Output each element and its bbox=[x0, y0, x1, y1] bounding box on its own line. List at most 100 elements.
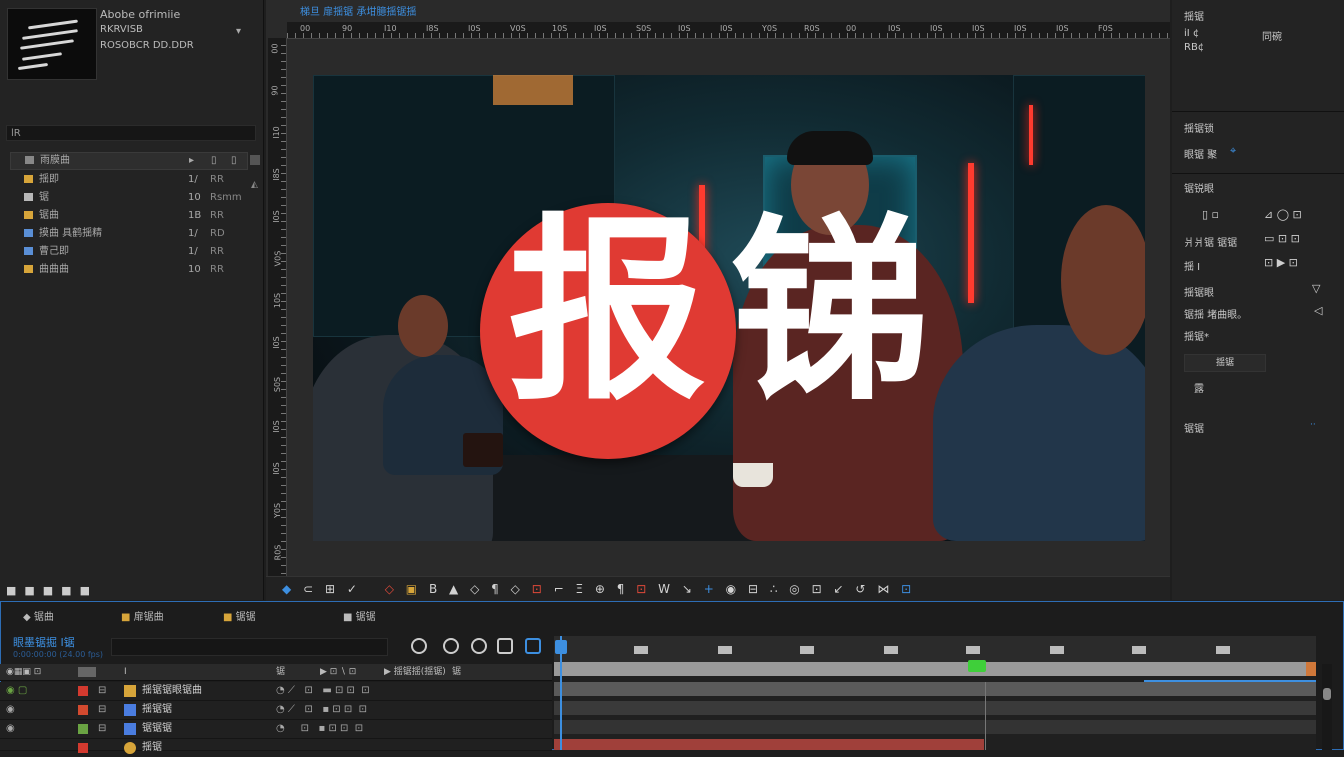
draft-3d-icon[interactable] bbox=[471, 638, 487, 654]
work-area-bar[interactable] bbox=[554, 662, 1316, 676]
viewer-tool-icon[interactable]: ⊡ bbox=[636, 582, 646, 596]
composition-canvas[interactable]: 报 锑 bbox=[313, 75, 1145, 541]
viewer-tool-icon[interactable]: ◇ bbox=[385, 582, 394, 596]
panel-title[interactable]: 揺锯锁 bbox=[1184, 120, 1214, 135]
time-ruler[interactable] bbox=[554, 636, 1316, 663]
viewer-tool-icon[interactable]: ⊕ bbox=[595, 582, 605, 596]
viewer-tool-icon[interactable]: ◉ bbox=[726, 582, 736, 596]
layer-name[interactable]: 揺锯锯 bbox=[142, 701, 172, 719]
frame-blend-icon[interactable] bbox=[525, 638, 541, 654]
effect-icons[interactable]: ⊡ ▶ ⊡ bbox=[1264, 256, 1298, 269]
sort-icon[interactable]: ▸ bbox=[189, 153, 194, 169]
timeline-tab[interactable]: ■ 锯锯 bbox=[223, 608, 256, 623]
project-column-header[interactable]: 雨膜曲 ▸ ▯ ▯ bbox=[10, 152, 248, 170]
viewer-tool-icon[interactable]: + bbox=[704, 582, 714, 596]
viewer-tool-icon[interactable]: ⋈ bbox=[877, 582, 889, 596]
tool-icon[interactable]: ▯ ▫ bbox=[1202, 208, 1219, 221]
switch-icons[interactable]: ◔ ⊡ ▪ ⊡ ⊡ ⊡ bbox=[276, 720, 363, 738]
playhead[interactable] bbox=[555, 636, 567, 750]
table-row[interactable]: 揺锯 bbox=[0, 739, 552, 754]
layer-name[interactable]: 锯锯锯 bbox=[142, 720, 172, 738]
table-row[interactable]: ◉ ⊟ 揺锯锯 ◔ ⟋ ⊡ ▪ ⊡ ⊡ ⊡ bbox=[0, 701, 552, 720]
list-item[interactable]: 摸曲 具鹤揺精 1/RD bbox=[10, 226, 246, 242]
effect-icons[interactable]: ▭ ⊡ ⊡ bbox=[1264, 232, 1300, 245]
table-row[interactable]: ◉ ▢ ⊟ 揺锯锯眼锯曲 ◔ ⟋ ⊡ ▬ ⊡ ⊡ ⊡ bbox=[0, 682, 552, 701]
effect-row[interactable]: 锯揺 堵曲眼。 bbox=[1184, 306, 1247, 321]
column-header[interactable]: ▶ 揺锯揺(揺锯) bbox=[384, 664, 446, 680]
viewer-tool-icon[interactable]: ⊟ bbox=[748, 582, 758, 596]
column-header[interactable]: 锯 bbox=[276, 664, 285, 680]
viewer-tool-icon[interactable]: ⊡ bbox=[812, 582, 822, 596]
dots-icon[interactable]: ·· bbox=[1310, 420, 1316, 430]
viewer-tool-icon[interactable]: ▣ bbox=[406, 582, 417, 596]
visibility-icon[interactable]: ◉ bbox=[6, 701, 15, 719]
label-color[interactable] bbox=[78, 724, 88, 734]
project-search-input[interactable]: lR bbox=[6, 125, 256, 141]
effect-row[interactable]: 揺锯* bbox=[1184, 328, 1209, 343]
viewer-tool-icon[interactable]: ⊡ bbox=[901, 582, 911, 596]
effect-row[interactable]: 揺 I bbox=[1184, 258, 1200, 273]
project-bottom-toolbar[interactable]: ■■■■■ bbox=[6, 584, 98, 597]
viewer-tool-icon[interactable]: ↺ bbox=[855, 582, 865, 596]
column-header[interactable]: 锯 bbox=[452, 664, 461, 680]
motion-blur-icon[interactable] bbox=[443, 638, 459, 654]
list-item[interactable]: 锯 10 Rsmm bbox=[10, 190, 246, 206]
viewer-tool-icon[interactable]: ¶ bbox=[617, 582, 625, 596]
viewer-tool-icon[interactable]: B bbox=[429, 582, 437, 596]
switch-icons[interactable]: ◔ ⟋ ⊡ ▬ ⊡ ⊡ ⊡ bbox=[276, 682, 370, 700]
label-color[interactable] bbox=[78, 686, 88, 696]
list-item[interactable]: 揺即 1/RR bbox=[10, 172, 246, 188]
effect-row[interactable]: 爿爿锯 锯锯 bbox=[1184, 234, 1237, 249]
viewer-tool-icon[interactable]: ▲ bbox=[449, 582, 458, 596]
effect-row[interactable]: 揺锯眼 bbox=[1184, 284, 1214, 299]
viewer-tab-title[interactable]: 梯旦 扉揺锯 承坩臆揺锯揺 bbox=[300, 3, 416, 18]
viewer-tool-icon[interactable]: ⊡ bbox=[532, 582, 542, 596]
viewer-tool-icon[interactable]: ¶ bbox=[491, 582, 499, 596]
viewer-tool-icon[interactable]: ⊞ bbox=[325, 582, 335, 596]
layer-bar[interactable] bbox=[554, 739, 984, 750]
viewer-tool-icon[interactable]: ⊂ bbox=[303, 582, 313, 596]
viewer-tool-icon[interactable]: W bbox=[658, 582, 670, 596]
table-row[interactable]: ◉ ⊟ 锯锯锯 ◔ ⊡ ▪ ⊡ ⊡ ⊡ bbox=[0, 720, 552, 739]
column-header[interactable]: I bbox=[124, 664, 127, 680]
chevron-down-icon[interactable]: ▽ bbox=[1312, 282, 1320, 295]
switches-header[interactable]: ▶ ⊡ ∖ ⊡ bbox=[320, 664, 356, 680]
shape-icon[interactable]: ⊿ ◯ ⊡ bbox=[1264, 208, 1302, 221]
viewer-tool-icon[interactable]: ↙ bbox=[834, 582, 844, 596]
visibility-icon[interactable]: ◉ bbox=[6, 720, 15, 738]
viewer-tool-icon[interactable]: ◆ bbox=[282, 582, 291, 596]
timeline-search-input[interactable] bbox=[111, 638, 388, 656]
layer-bar[interactable] bbox=[554, 701, 1316, 715]
av-toggle-icons[interactable]: ◉▦▣ ⊡ bbox=[6, 664, 41, 680]
viewer-tool-icon[interactable]: ⌐ bbox=[554, 582, 564, 596]
viewer-tool-icon[interactable]: ◇ bbox=[511, 582, 520, 596]
chevron-left-icon[interactable]: ◁ bbox=[1314, 304, 1322, 317]
viewer-tool-icon[interactable]: ✓ bbox=[347, 582, 357, 596]
list-item[interactable]: 锯曲 1B RR bbox=[10, 208, 246, 224]
viewer-tool-icon[interactable]: Ξ bbox=[575, 582, 583, 596]
viewer-tool-icon[interactable]: ∴ bbox=[770, 582, 778, 596]
layer-name[interactable]: 揺锯 bbox=[142, 739, 162, 757]
timeline-tab[interactable]: ■ 扉锯曲 bbox=[121, 608, 164, 623]
timecode-display[interactable]: 眼墨锯掘 I锯 bbox=[13, 634, 75, 650]
work-area-end[interactable] bbox=[1306, 662, 1316, 676]
label-color[interactable] bbox=[78, 705, 88, 715]
timeline-tab[interactable]: ◆ 锯曲 bbox=[23, 608, 54, 623]
list-item[interactable]: 曲曲曲 10 RR bbox=[10, 262, 246, 278]
layer-name[interactable]: 揺锯锯眼锯曲 bbox=[142, 682, 202, 700]
keyframe-marker[interactable] bbox=[968, 660, 986, 672]
scroll-thumb[interactable] bbox=[1323, 688, 1331, 700]
viewer-tool-icon[interactable]: ◎ bbox=[789, 582, 799, 596]
dropdown-icon[interactable]: ▾ bbox=[236, 26, 241, 37]
visibility-icon[interactable]: ◉ ▢ bbox=[6, 682, 27, 700]
layer-bar[interactable] bbox=[554, 682, 1316, 696]
panel-menu-icon[interactable] bbox=[250, 155, 260, 165]
search-icon[interactable] bbox=[411, 638, 427, 654]
scroll-icon[interactable]: ◭ bbox=[251, 180, 258, 190]
timeline-scrollbar[interactable] bbox=[1322, 664, 1332, 750]
panel-title[interactable]: 锯锐眼 bbox=[1184, 180, 1214, 195]
switch-icons[interactable]: ◔ ⟋ ⊡ ▪ ⊡ ⊡ ⊡ bbox=[276, 701, 367, 719]
viewer-tool-icon[interactable]: ↘ bbox=[682, 582, 692, 596]
label-color[interactable] bbox=[78, 743, 88, 753]
graph-editor-icon[interactable] bbox=[497, 638, 513, 654]
